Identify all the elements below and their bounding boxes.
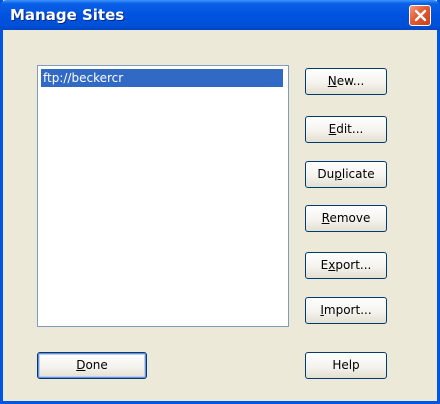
close-icon [414, 9, 427, 22]
remove-button[interactable]: Remove [305, 205, 387, 232]
help-label: Help [332, 358, 360, 372]
help-button[interactable]: Help [305, 352, 387, 379]
remove-label: Remove [321, 211, 371, 225]
export-button[interactable]: Export... [305, 252, 387, 279]
edit-button[interactable]: Edit... [305, 116, 387, 143]
duplicate-button[interactable]: Duplicate [305, 161, 387, 188]
new-label: New... [327, 74, 365, 88]
import-button[interactable]: Import... [305, 297, 387, 324]
import-label: Import... [320, 303, 372, 317]
list-item[interactable]: ftp://beckercr [41, 69, 283, 87]
close-button[interactable] [409, 5, 431, 26]
done-button[interactable]: Done [37, 352, 147, 379]
manage-sites-dialog: Manage Sites ftp://beckercr New... Edit.… [0, 0, 440, 404]
duplicate-label: Duplicate [317, 167, 375, 181]
new-button[interactable]: New... [305, 68, 387, 95]
edit-label: Edit... [328, 122, 364, 136]
dialog-title: Manage Sites [10, 6, 125, 24]
title-bar[interactable]: Manage Sites [0, 0, 440, 30]
site-label: ftp://beckercr [43, 71, 124, 85]
export-label: Export... [320, 258, 372, 272]
sites-list[interactable]: ftp://beckercr [37, 65, 289, 327]
done-label: Done [76, 358, 108, 372]
